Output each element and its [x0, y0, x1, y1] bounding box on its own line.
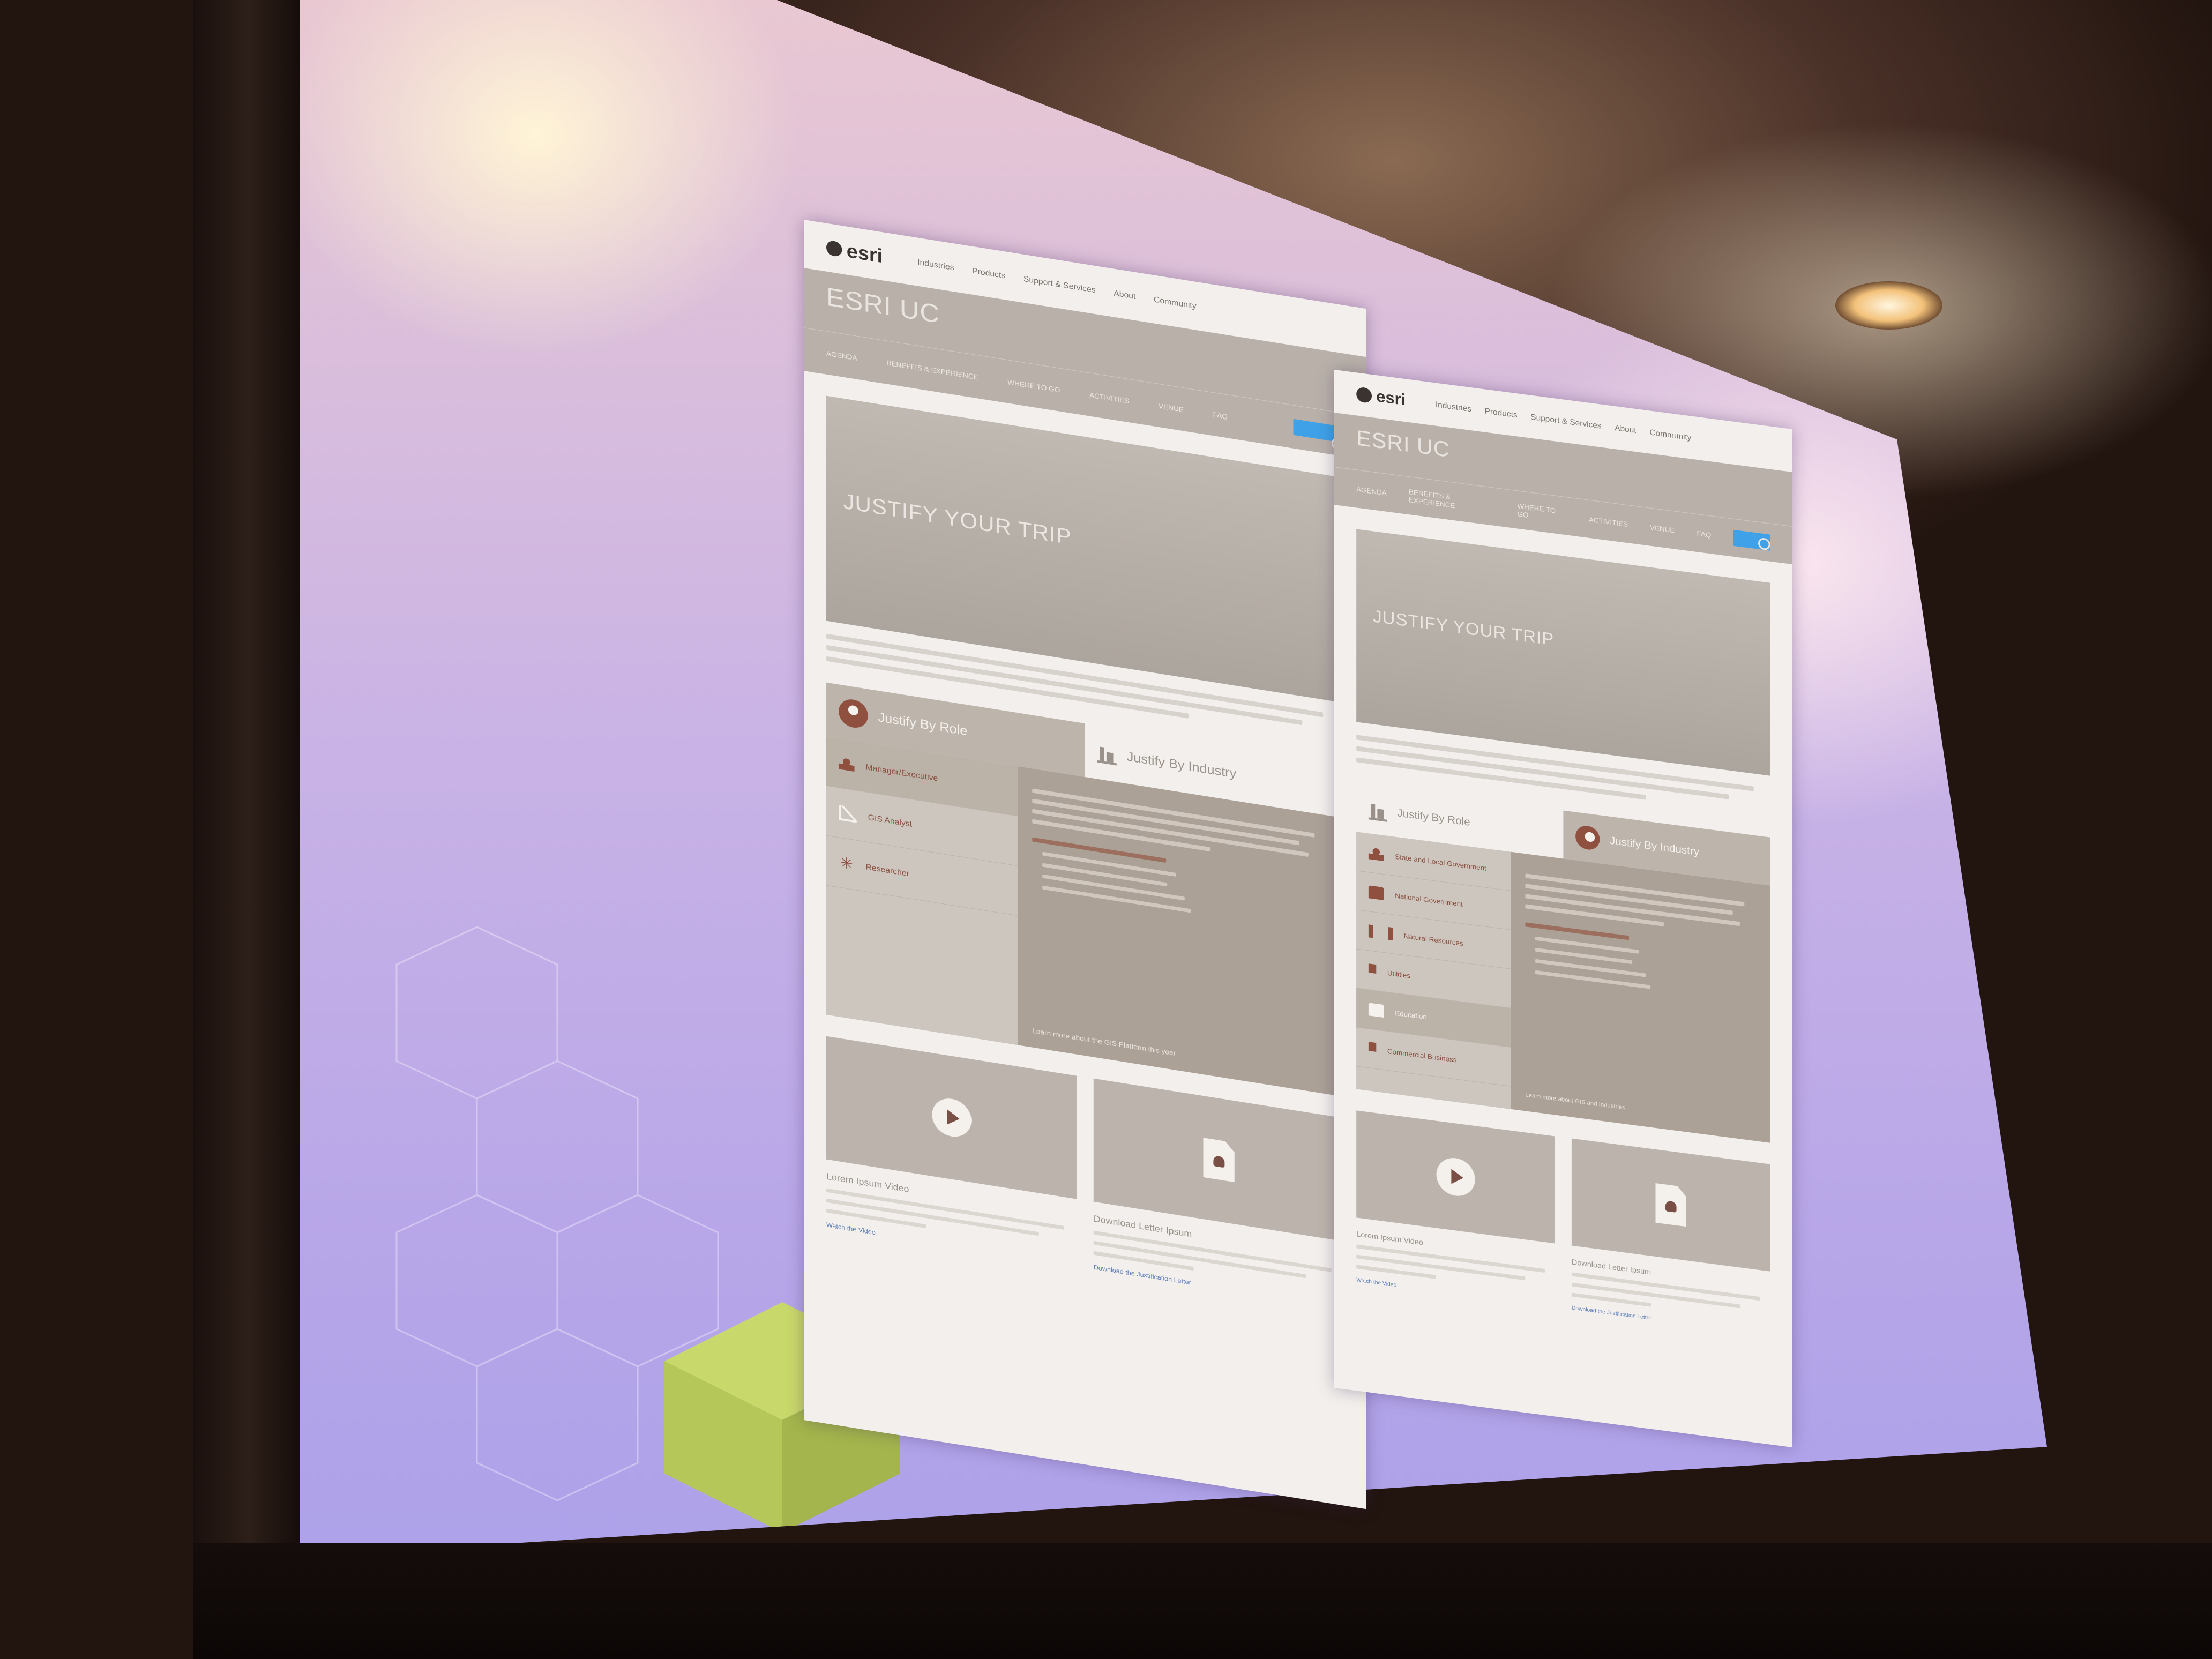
asterisk-icon: ✳	[840, 854, 854, 873]
subnav-where[interactable]: WHERE TO GO	[1007, 378, 1060, 394]
industry-label: National Government	[1395, 891, 1463, 908]
watch-video-link[interactable]: Watch the Video	[1356, 1277, 1555, 1309]
esri-logo[interactable]: esri	[1356, 385, 1406, 409]
industry-detail: Learn more about GIS and Industries	[1511, 851, 1770, 1143]
learn-more-link[interactable]: Learn more about GIS and Industries	[1525, 1092, 1625, 1111]
subnav-activities[interactable]: ACTIVITIES	[1589, 515, 1628, 528]
download-tile: Download Letter Ipsum Download the Justi…	[1093, 1078, 1344, 1311]
bookmark-icon	[1368, 1042, 1377, 1056]
nav-community[interactable]: Community	[1154, 295, 1197, 311]
ceiling-light	[1835, 281, 1942, 330]
capitol-icon	[1368, 885, 1384, 901]
tab-label: Justify By Industry	[1126, 749, 1237, 781]
video-tile: Lorem Ipsum Video Watch the Video	[1356, 1110, 1555, 1309]
nav-products[interactable]: Products	[1485, 406, 1518, 420]
mockup-page-role: esri Industries Products Support & Servi…	[804, 220, 1366, 1509]
subnav-where[interactable]: WHERE TO GO	[1518, 502, 1567, 524]
industry-label: Utilities	[1387, 968, 1411, 980]
subnav-agenda[interactable]: AGENDA	[826, 349, 857, 362]
tab-label: Justify By Role	[1397, 806, 1470, 828]
person-icon	[1368, 799, 1387, 822]
video-thumbnail[interactable]	[1356, 1110, 1555, 1244]
chart-icon	[839, 805, 857, 823]
download-letter-link[interactable]: Download the Justification Letter	[1572, 1305, 1770, 1337]
video-tile: Lorem Ipsum Video Watch the Video	[826, 1036, 1077, 1268]
industry-label: Commercial Business	[1387, 1047, 1457, 1064]
manager-icon	[839, 756, 855, 772]
role-label: GIS Analyst	[868, 812, 912, 829]
nav-support[interactable]: Support & Services	[1023, 274, 1096, 294]
logo-text: esri	[846, 239, 883, 267]
mockup-page-industry: esri Industries Products Support & Servi…	[1334, 370, 1792, 1448]
tab-label: Justify By Role	[878, 709, 968, 739]
stage-skirt	[193, 1543, 2212, 1659]
industry-label: Natural Resources	[1403, 931, 1463, 947]
building-icon	[1097, 742, 1117, 766]
subnav-benefits[interactable]: BENEFITS & EXPERIENCE	[886, 358, 978, 381]
government-icon	[1368, 846, 1384, 862]
subnav-faq[interactable]: FAQ	[1697, 529, 1712, 539]
nav-industries[interactable]: Industries	[1436, 400, 1471, 414]
subnav-activities[interactable]: ACTIVITIES	[1089, 391, 1129, 405]
download-tile: Download Letter Ipsum Download the Justi…	[1571, 1138, 1770, 1337]
video-thumbnail[interactable]	[826, 1036, 1077, 1199]
globe-icon	[1356, 386, 1372, 404]
nav-about[interactable]: About	[1615, 423, 1636, 435]
globe-icon	[826, 240, 842, 258]
role-detail: Learn more about the GIS Platform this y…	[1018, 766, 1344, 1097]
subnav-benefits[interactable]: BENEFITS & EXPERIENCE	[1409, 488, 1495, 515]
subnav-faq[interactable]: FAQ	[1213, 410, 1228, 420]
person-icon	[839, 697, 868, 730]
industry-label: Education	[1395, 1008, 1427, 1021]
document-icon[interactable]	[1203, 1138, 1235, 1182]
nav-products[interactable]: Products	[972, 266, 1005, 280]
screen-frame	[193, 0, 305, 1586]
esri-logo[interactable]: esri	[826, 236, 883, 268]
watch-video-link[interactable]: Watch the Video	[826, 1221, 1077, 1268]
industry-icon	[1575, 824, 1600, 851]
justify-panel: State and Local Government National Gove…	[1356, 832, 1770, 1143]
logo-text: esri	[1376, 387, 1406, 409]
play-icon[interactable]	[1436, 1155, 1475, 1199]
play-icon[interactable]	[931, 1095, 972, 1140]
document-thumbnail[interactable]	[1571, 1138, 1770, 1272]
nav-industries[interactable]: Industries	[917, 257, 954, 272]
nav-community[interactable]: Community	[1649, 428, 1691, 442]
role-list: Manager/Executive GIS Analyst ✳ Research…	[826, 736, 1018, 1045]
nav-support[interactable]: Support & Services	[1530, 412, 1601, 430]
role-label: Manager/Executive	[865, 762, 938, 783]
document-thumbnail[interactable]	[1093, 1078, 1344, 1242]
subnav-agenda[interactable]: AGENDA	[1356, 485, 1387, 497]
hero-title: JUSTIFY YOUR TRIP	[843, 489, 1072, 550]
tab-label: Justify By Industry	[1609, 834, 1700, 858]
document-icon[interactable]	[1655, 1183, 1686, 1227]
utility-icon	[1368, 963, 1377, 978]
industry-list: State and Local Government National Gove…	[1356, 832, 1511, 1109]
industry-label: State and Local Government	[1395, 852, 1486, 872]
subnav-venue[interactable]: VENUE	[1159, 401, 1184, 413]
tree-icon	[1368, 924, 1393, 941]
subnav-venue[interactable]: VENUE	[1650, 523, 1675, 534]
nav-about[interactable]: About	[1114, 288, 1135, 301]
role-label: Researcher	[865, 862, 909, 878]
hero-image: JUSTIFY YOUR TRIP	[1356, 529, 1770, 776]
hero-title: JUSTIFY YOUR TRIP	[1373, 606, 1555, 649]
download-letter-link[interactable]: Download the Justification Letter	[1094, 1264, 1344, 1311]
learn-more-link[interactable]: Learn more about the GIS Platform this y…	[1032, 1027, 1176, 1057]
education-icon	[1368, 1003, 1384, 1018]
resource-tiles: Lorem Ipsum Video Watch the Video Downlo…	[1356, 1110, 1770, 1336]
